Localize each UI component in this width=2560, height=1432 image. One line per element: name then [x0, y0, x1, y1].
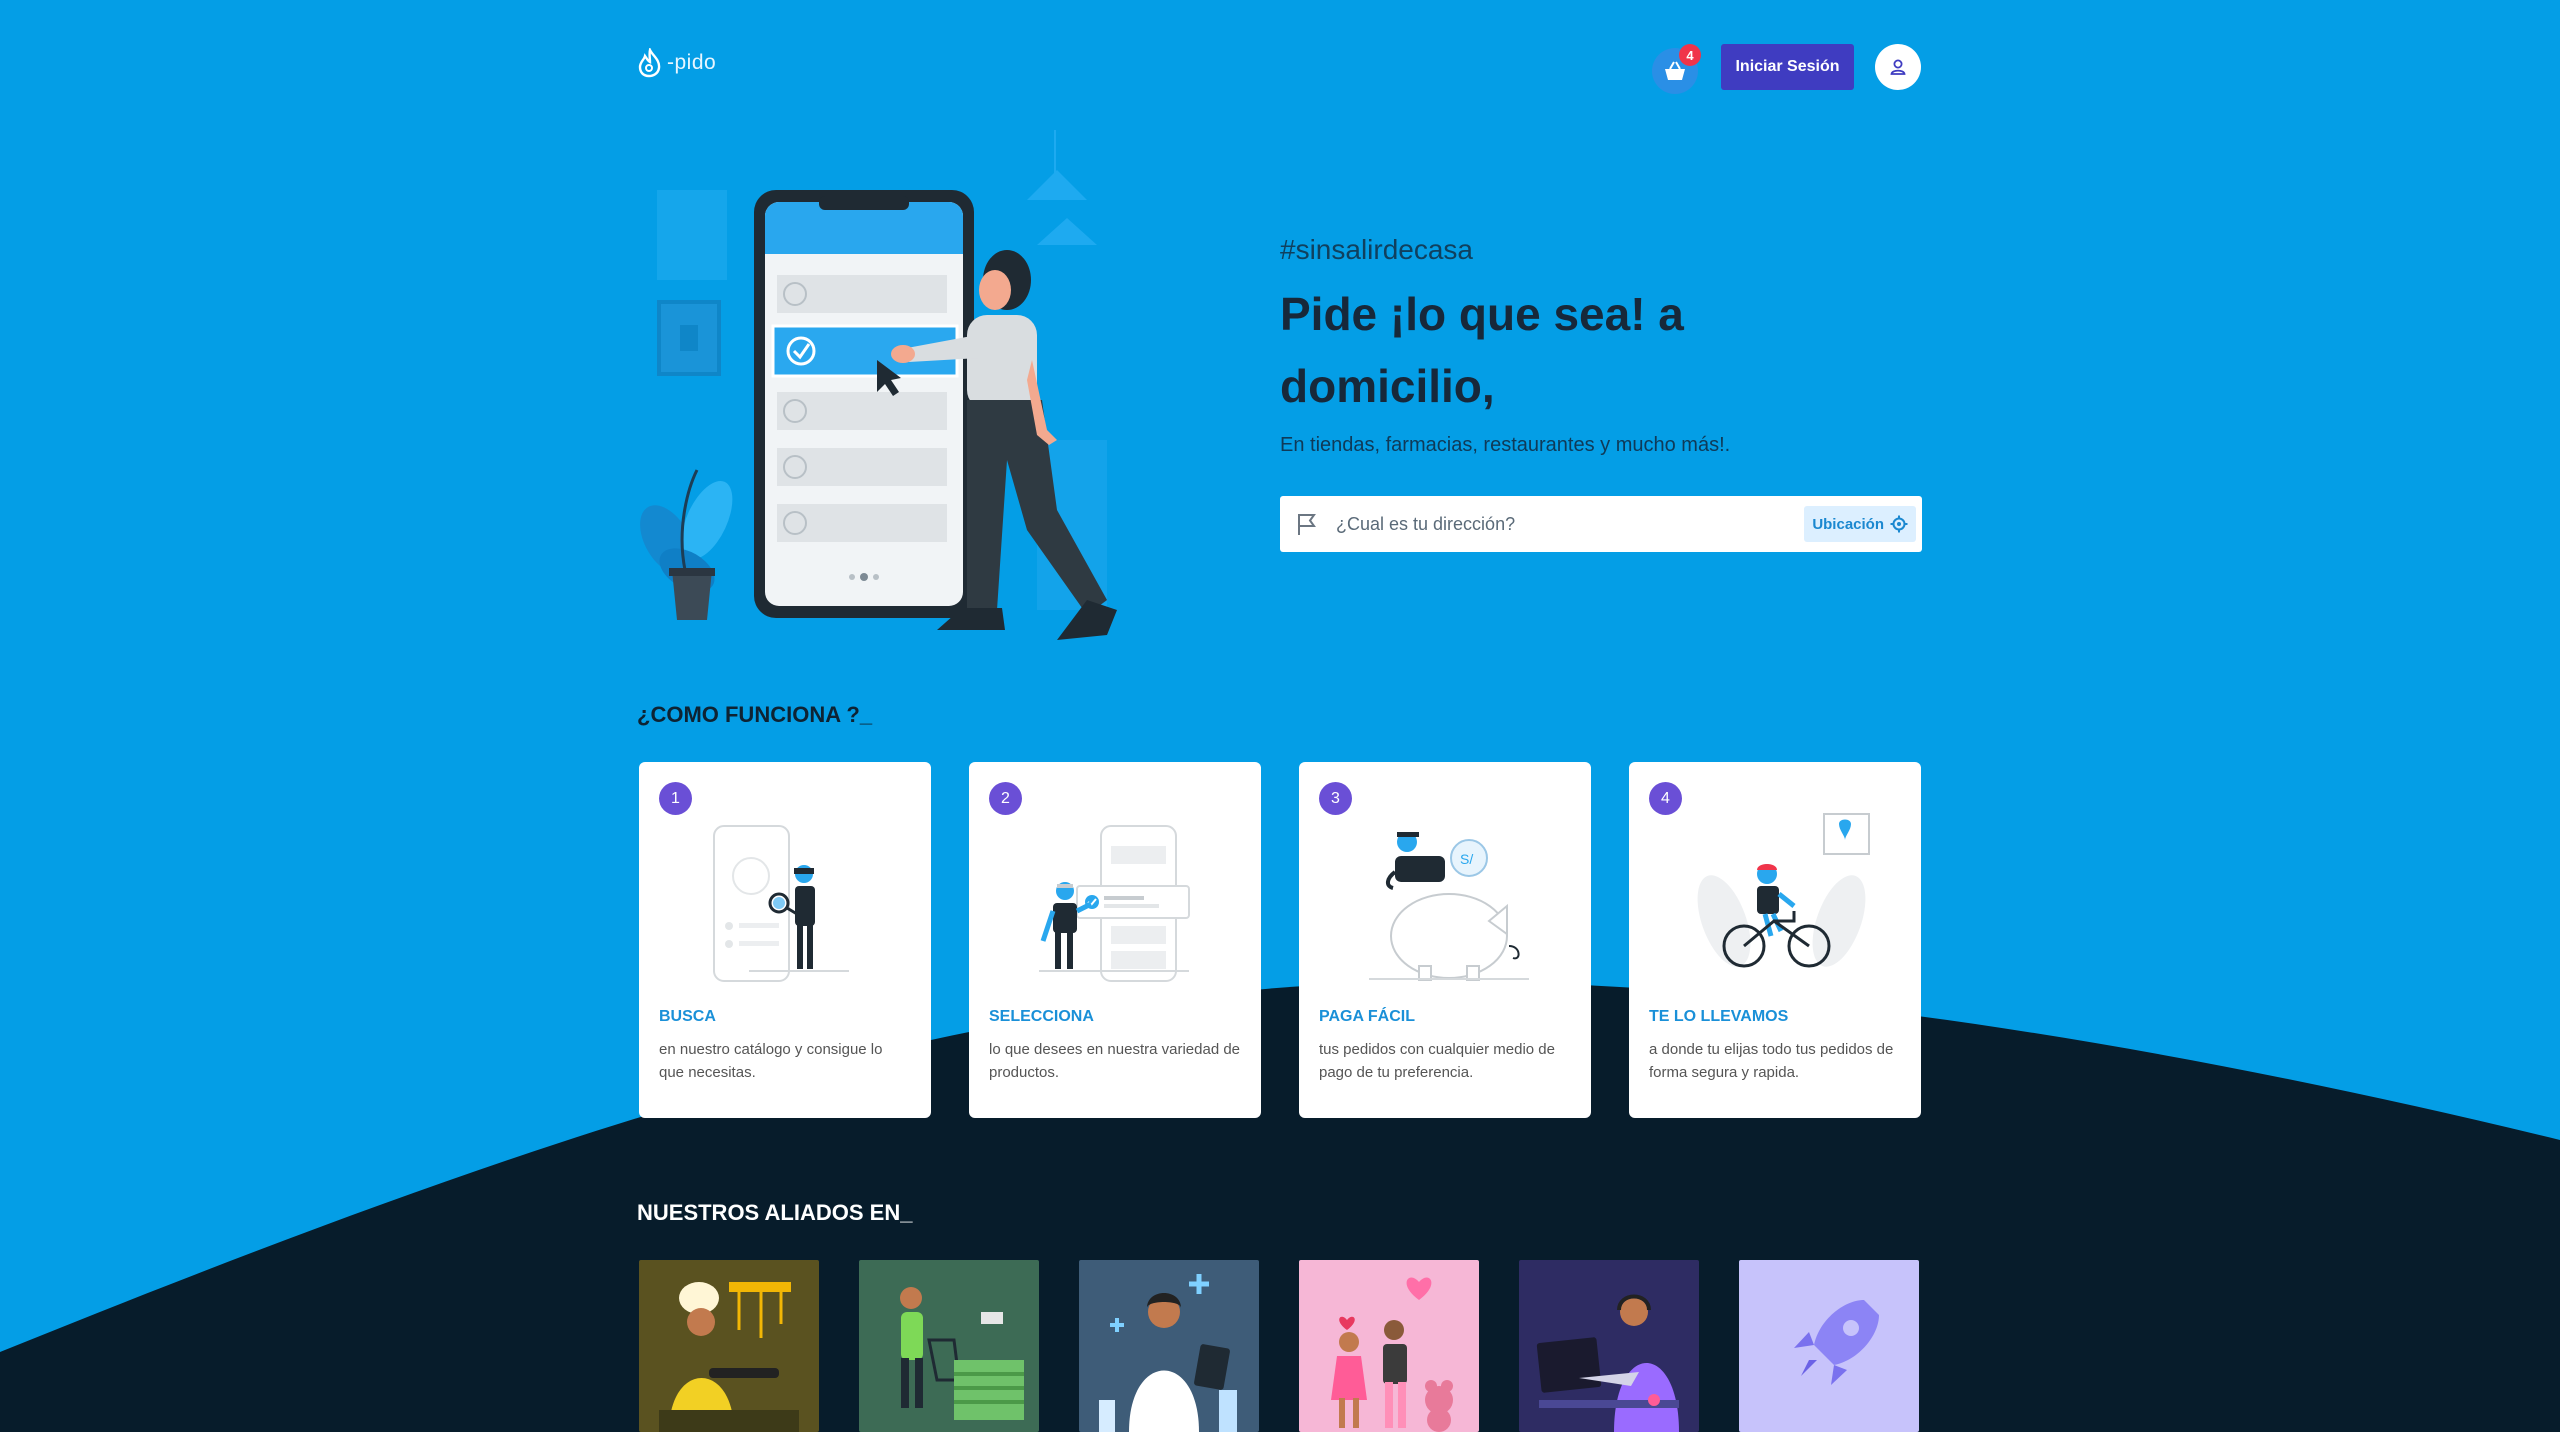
logo-text: -pido: [667, 51, 717, 74]
piggy-bank-illustration: S/: [1369, 832, 1529, 981]
gifts-illustration: [1331, 1277, 1453, 1432]
step-card-selecciona: 2 SELECCIONA lo que desees en nuestra va…: [969, 762, 1261, 1118]
hero-hashtag: #sinsalirdecasa: [1280, 234, 1473, 265]
address-input[interactable]: [1334, 512, 1805, 536]
step-title: PAGA FÁCIL: [1319, 1008, 1415, 1025]
user-icon: [1890, 59, 1906, 75]
brand-logo[interactable]: -pido: [637, 48, 716, 78]
step-number-badge: 2: [989, 782, 1022, 815]
cart-count-badge: 4: [1679, 44, 1701, 66]
ally-tile-restaurants[interactable]: [639, 1260, 819, 1432]
login-button[interactable]: Iniciar Sesión: [1721, 44, 1854, 90]
pharmacy-illustration: [1099, 1274, 1237, 1432]
step-title: SELECCIONA: [989, 1008, 1094, 1025]
step-card-paga-facil: 3 S/ PAGA FÁCIL tus pedidos con cualquie…: [1299, 762, 1591, 1118]
background-wave: [0, 981, 2560, 1432]
ally-tile-tech[interactable]: [1519, 1260, 1699, 1432]
address-search-bar: Ubicación: [1280, 496, 1922, 552]
step-description: tus pedidos con cualquier medio de pago …: [1319, 1041, 1555, 1081]
flame-logo-icon: [638, 48, 661, 78]
user-account-button[interactable]: [1875, 44, 1921, 90]
flag-icon: [1298, 514, 1316, 535]
rocket-illustration: [1794, 1300, 1879, 1385]
cart-button[interactable]: 4: [1652, 44, 1701, 94]
step-card-busca: 1 BUSCA en nuestro catálogo y consigue l…: [639, 762, 931, 1118]
hero-subtitle: En tiendas, farmacias, restaurantes y mu…: [1280, 434, 1731, 456]
ally-tile-pharmacy[interactable]: [1079, 1260, 1259, 1432]
crosshair-icon: [1890, 515, 1908, 533]
step-title: TE LO LLEVAMOS: [1649, 1008, 1789, 1025]
ally-tile-gifts[interactable]: [1299, 1260, 1479, 1432]
step-description: a donde tu elijas todo tus pedidos de fo…: [1649, 1041, 1894, 1081]
step-number-badge: 4: [1649, 782, 1682, 815]
ally-tile-grocery[interactable]: [859, 1260, 1039, 1432]
allies-title: NUESTROS ALIADOS EN_: [637, 1200, 913, 1225]
search-person-illustration: [713, 825, 849, 982]
ally-tile-more[interactable]: [1739, 1260, 1919, 1432]
grocery-illustration: [900, 1287, 1024, 1420]
hero-title: Pide ¡lo que sea! a domicilio,: [1280, 288, 1684, 412]
hero-phone-woman-illustration: [640, 130, 1117, 640]
how-it-works-title: ¿COMO FUNCIONA ?_: [637, 702, 873, 727]
delivery-bike-illustration: [1697, 813, 1870, 968]
select-products-illustration: [1039, 825, 1190, 982]
tech-support-illustration: [1536, 1294, 1679, 1432]
step-title: BUSCA: [659, 1008, 716, 1025]
step-description: lo que desees en nuestra variedad de pro…: [989, 1041, 1241, 1081]
step-card-te-lo-llevamos: 4 TE LO LLEVAMOS a donde tu elijas todo …: [1629, 762, 1921, 1118]
location-button-label: Ubicación: [1812, 515, 1884, 533]
step-number-badge: 1: [659, 782, 692, 815]
step-number-badge: 3: [1319, 782, 1352, 815]
chef-illustration: [659, 1282, 799, 1432]
step-description: en nuestro catálogo y consigue lo que ne…: [659, 1041, 883, 1081]
svg-text:S/: S/: [1460, 851, 1473, 867]
location-button[interactable]: Ubicación: [1804, 506, 1916, 542]
